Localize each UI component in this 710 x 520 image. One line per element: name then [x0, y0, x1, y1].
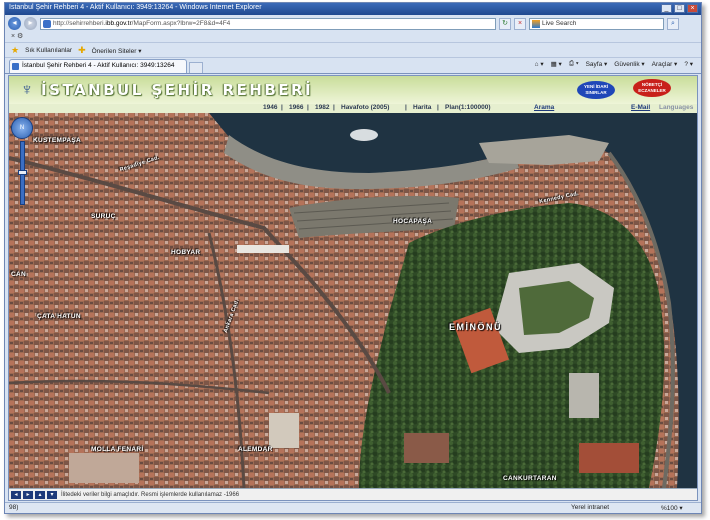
status-text: 98) — [9, 504, 19, 511]
map-disclaimer: İlitedeki veriler bilgi amaçlıdır. Resmi… — [61, 492, 240, 498]
layer-1946[interactable]: 1946 — [263, 104, 277, 111]
map-label-cankurtaran: CANKURTARAN — [503, 475, 557, 482]
refresh-icon[interactable]: ↻ — [499, 17, 511, 30]
nav-separator: | — [307, 104, 309, 111]
layer-havafoto[interactable]: Havafoto (2005) — [341, 104, 389, 111]
maximize-button[interactable]: □ — [674, 4, 685, 13]
map-label-hocapasa: HOCAPAŞA — [393, 218, 433, 225]
url-prefix: http://sehirrehberi. — [53, 19, 106, 27]
search-input[interactable]: Live Search — [529, 17, 664, 30]
new-tab-button[interactable] — [189, 62, 203, 73]
pan-up-button[interactable]: ▴ — [35, 491, 45, 499]
address-bar[interactable]: http://sehirrehberi.ibb.gov.tr/MapForm.a… — [40, 17, 496, 30]
safety-menu[interactable]: Güvenlik ▾ — [614, 60, 644, 68]
nav-separator: | — [437, 104, 439, 111]
pan-left-button[interactable]: ◂ — [11, 491, 21, 499]
url-host: ibb.gov.tr — [105, 19, 132, 27]
site-banner: ♆ İSTANBUL ŞEHİR REHBERİ YENİ İDARİ SINI… — [9, 76, 697, 104]
map-label-cata-hatun: ÇATA HATUN — [37, 313, 81, 320]
map-label-hobyar: HOBYAR — [171, 249, 201, 256]
zoom-slider-handle[interactable] — [17, 170, 27, 175]
zoom-level[interactable]: %100 ▾ — [661, 504, 683, 512]
search-placeholder: Live Search — [542, 19, 577, 27]
aerial-photo — [9, 113, 697, 488]
browser-window: İstanbul Şehir Rehberi 4 - Aktif Kullanı… — [4, 2, 702, 514]
nav-separator: | — [333, 104, 335, 111]
map-footer: ◂ ▸ ▴ ▾ İlitedeki veriler bilgi amaçlıdı… — [9, 488, 697, 500]
email-link[interactable]: E-Mail — [631, 104, 650, 111]
help-menu[interactable]: ? ▾ — [684, 60, 693, 68]
pan-right-button[interactable]: ▸ — [23, 491, 33, 499]
tools-menu[interactable]: Araçlar ▾ — [652, 60, 678, 68]
favorites-bar: ★ Sık Kullanılanlar ✚ Önerilen Siteler ▾ — [5, 44, 701, 58]
layer-1982[interactable]: 1982 — [315, 104, 329, 111]
window-controls: _ □ × — [661, 4, 698, 13]
languages-link[interactable]: Languages — [659, 104, 693, 111]
page-icon — [43, 19, 51, 28]
pan-down-button[interactable]: ▾ — [47, 491, 57, 499]
search-icon[interactable]: ⌕ — [667, 17, 679, 30]
map-label-kustempasa: KUSTEMPAŞA — [33, 137, 82, 144]
forward-button[interactable]: ▸ — [24, 17, 37, 30]
map-label-can: CAN — [11, 271, 26, 278]
star-icon[interactable]: ★ — [11, 45, 19, 56]
tab-page-icon — [12, 63, 19, 70]
site-logo[interactable]: İSTANBUL ŞEHİR REHBERİ — [41, 81, 313, 99]
window-title: İstanbul Şehir Rehberi 4 - Aktif Kullanı… — [9, 4, 262, 11]
suggested-sites-button[interactable]: Önerilen Siteler ▾ — [92, 47, 142, 55]
new-boundaries-badge[interactable]: YENİ İDARİ SINIRLAR — [577, 81, 615, 99]
tab-label: İstanbul Şehir Rehberi 4 - Aktif Kullanı… — [22, 62, 175, 69]
back-button[interactable]: ◂ — [8, 17, 21, 30]
address-row: ◂ ▸ http://sehirrehberi.ibb.gov.tr/MapFo… — [5, 16, 701, 31]
nav-separator: | — [405, 104, 407, 111]
pharmacies-badge[interactable]: NÖBETÇİ ECZANELER — [633, 79, 671, 97]
favorites-button[interactable]: Sık Kullanılanlar — [25, 47, 72, 54]
page-menu[interactable]: Sayfa ▾ — [586, 60, 608, 68]
layer-nav: 1946 | 1966 | 1982 | Havafoto (2005) | H… — [9, 104, 697, 113]
menu-row: × ⚙ — [5, 32, 701, 43]
ibb-emblem-icon: ♆ — [20, 80, 34, 99]
map-tool-buttons: ◂ ▸ ▴ ▾ — [11, 491, 57, 499]
add-favorite-icon[interactable]: ✚ — [78, 45, 86, 56]
layer-plan[interactable]: Plan(1:100000) — [445, 104, 491, 111]
map-label-suruc: SURUÇ — [91, 213, 116, 220]
live-search-icon — [532, 19, 540, 28]
title-bar: İstanbul Şehir Rehberi 4 - Aktif Kullanı… — [5, 3, 701, 15]
map-label-molla-fenari: MOLLA FENARİ — [91, 446, 144, 453]
security-zone: Yerel intranet — [571, 504, 610, 511]
minimize-button[interactable]: _ — [661, 4, 672, 13]
stop-icon[interactable]: × — [514, 17, 526, 30]
zoom-slider[interactable] — [17, 141, 27, 205]
url-rest: /MapForm.aspx?lbrw=2F8&d=4F4 — [131, 19, 231, 27]
feeds-icon[interactable]: ▦ ▾ — [551, 60, 562, 68]
print-icon[interactable]: ⎙ ▾ — [569, 60, 579, 68]
search-link[interactable]: Arama — [534, 104, 554, 111]
page-content: ♆ İSTANBUL ŞEHİR REHBERİ YENİ İDARİ SINI… — [8, 75, 698, 501]
zoom-control: N — [11, 117, 33, 209]
map-label-eminonu: EMİNÖNÜ — [449, 322, 502, 332]
status-bar: 98) Yerel intranet %100 ▾ — [5, 502, 701, 513]
command-bar: ⌂ ▾ ▦ ▾ ⎙ ▾ Sayfa ▾ Güvenlik ▾ Araçlar ▾… — [535, 60, 693, 68]
layer-1966[interactable]: 1966 — [289, 104, 303, 111]
aerial-map[interactable]: N KUSTEMPAŞA SURUÇ HOBYAR HOCAPAŞA EMİNÖ… — [9, 113, 697, 488]
map-label-alemdar: ALEMDAR — [238, 446, 273, 453]
menu-icons[interactable]: × ⚙ — [11, 33, 23, 40]
close-button[interactable]: × — [687, 4, 698, 13]
nav-separator: | — [281, 104, 283, 111]
pan-control[interactable]: N — [11, 117, 33, 139]
layer-harita[interactable]: Harita — [413, 104, 431, 111]
home-icon[interactable]: ⌂ ▾ — [535, 60, 544, 68]
tab-istanbul[interactable]: İstanbul Şehir Rehberi 4 - Aktif Kullanı… — [9, 59, 187, 73]
